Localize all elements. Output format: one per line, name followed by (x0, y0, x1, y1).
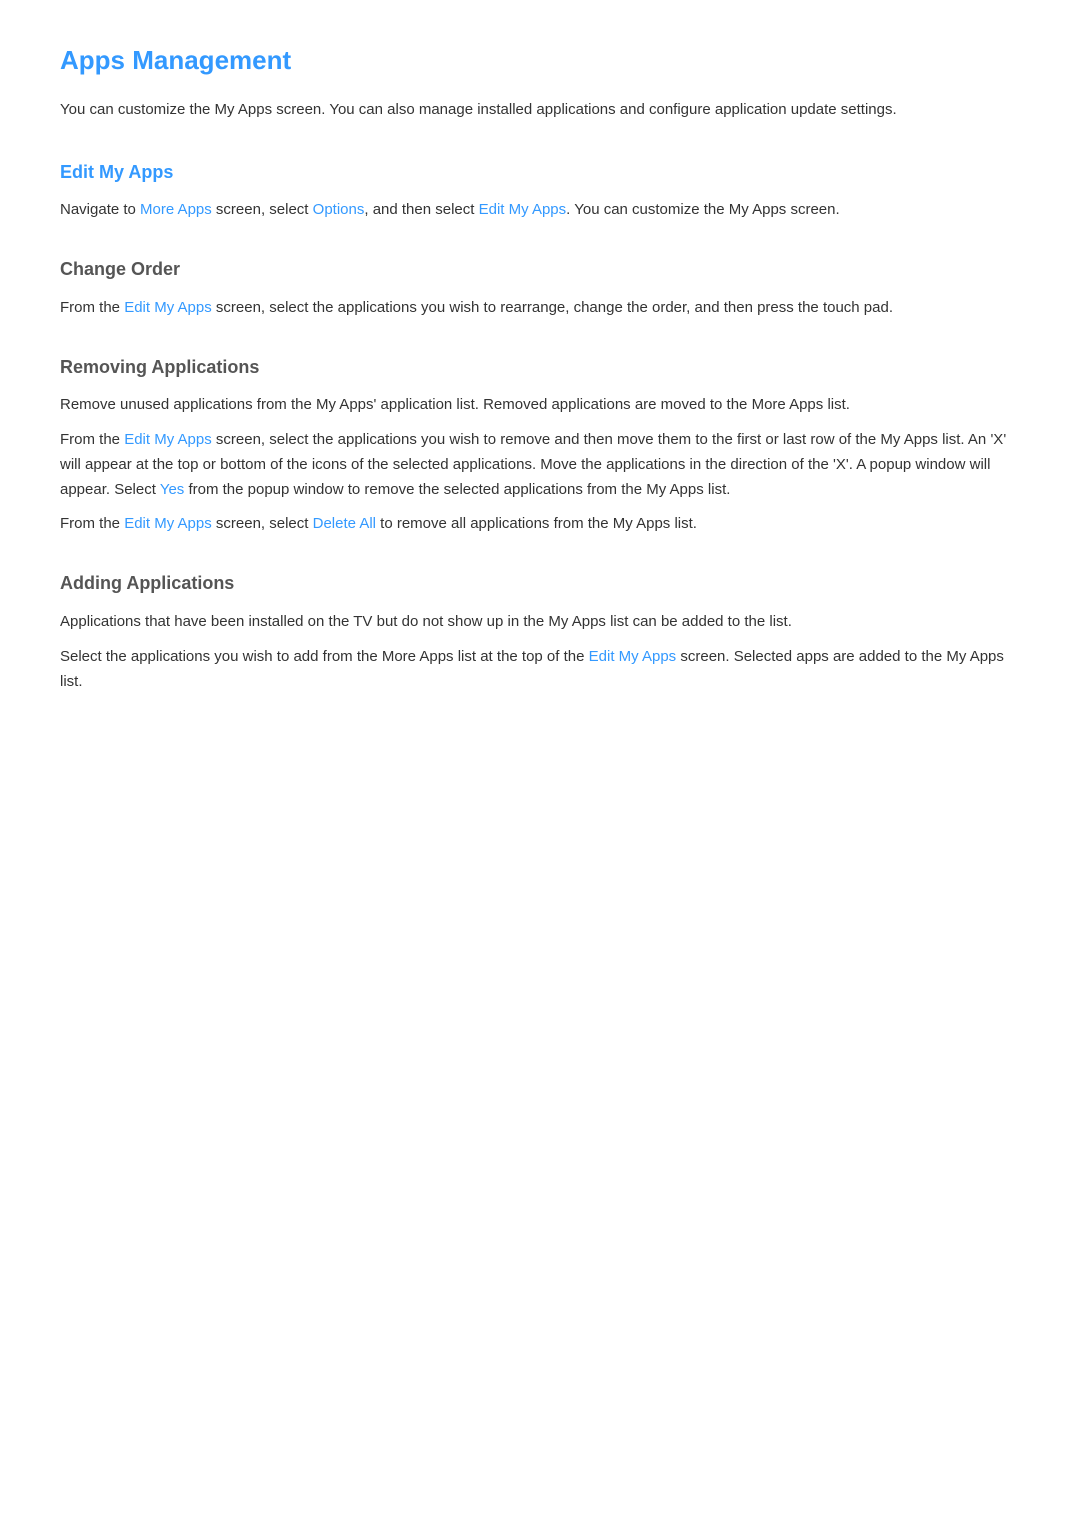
link-options[interactable]: Options (313, 201, 365, 218)
removing-paragraph-2: From the Edit My Apps screen, select the… (60, 428, 1020, 502)
adding-paragraph-1: Applications that have been installed on… (60, 610, 1020, 635)
section-adding-applications: Adding Applications Applications that ha… (60, 569, 1020, 694)
change-order-paragraph: From the Edit My Apps screen, select the… (60, 296, 1020, 321)
link-edit-my-apps-5[interactable]: Edit My Apps (589, 648, 677, 665)
edit-my-apps-paragraph: Navigate to More Apps screen, select Opt… (60, 198, 1020, 223)
section-title-adding-applications: Adding Applications (60, 569, 1020, 598)
link-edit-my-apps-3[interactable]: Edit My Apps (124, 431, 212, 448)
removing-paragraph-1: Remove unused applications from the My A… (60, 393, 1020, 418)
link-edit-my-apps-1[interactable]: Edit My Apps (479, 201, 567, 218)
section-edit-my-apps: Edit My Apps Navigate to More Apps scree… (60, 158, 1020, 224)
section-title-removing-applications: Removing Applications (60, 353, 1020, 382)
link-yes[interactable]: Yes (160, 481, 184, 498)
page-title: Apps Management (60, 40, 1020, 82)
adding-paragraph-2: Select the applications you wish to add … (60, 645, 1020, 695)
removing-paragraph-3: From the Edit My Apps screen, select Del… (60, 512, 1020, 537)
section-removing-applications: Removing Applications Remove unused appl… (60, 353, 1020, 538)
link-edit-my-apps-4[interactable]: Edit My Apps (124, 515, 212, 532)
link-delete-all[interactable]: Delete All (313, 515, 376, 532)
section-title-change-order: Change Order (60, 255, 1020, 284)
section-title-edit-my-apps: Edit My Apps (60, 158, 1020, 187)
link-edit-my-apps-2[interactable]: Edit My Apps (124, 299, 212, 316)
page-description: You can customize the My Apps screen. Yo… (60, 98, 1020, 122)
link-more-apps[interactable]: More Apps (140, 201, 212, 218)
section-change-order: Change Order From the Edit My Apps scree… (60, 255, 1020, 321)
